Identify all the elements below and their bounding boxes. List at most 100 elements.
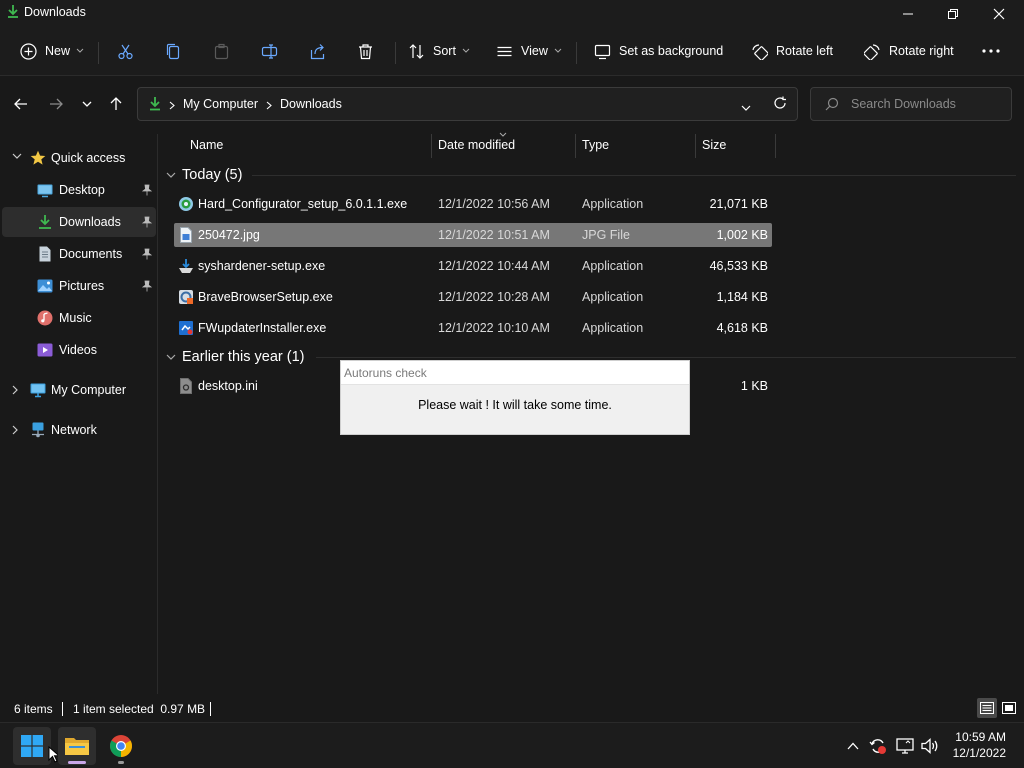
share-icon (310, 43, 325, 59)
back-button[interactable] (8, 91, 34, 117)
rotate-left-button[interactable]: Rotate left (751, 36, 833, 66)
rotate-right-label: Rotate right (889, 44, 954, 58)
chevron-right-icon[interactable] (12, 425, 18, 435)
sidebar-item-desktop[interactable]: Desktop (2, 175, 156, 205)
paste-button[interactable] (213, 36, 230, 66)
tiles-view-button[interactable] (999, 698, 1019, 718)
column-divider[interactable] (775, 134, 776, 158)
minimize-button[interactable] (885, 0, 931, 28)
sort-button[interactable]: Sort (408, 36, 470, 66)
recent-locations-button[interactable] (74, 91, 100, 117)
setup-app-icon (179, 197, 193, 211)
file-row[interactable]: syshardener-setup.exe 12/1/2022 10:44 AM… (174, 254, 772, 278)
running-indicator (118, 761, 124, 764)
details-view-button[interactable] (977, 698, 997, 718)
address-bar[interactable]: My Computer Downloads (137, 87, 798, 121)
sidebar-item-videos[interactable]: Videos (2, 335, 156, 365)
chevron-up-icon (847, 742, 859, 750)
file-name: syshardener-setup.exe (198, 259, 326, 273)
rename-button[interactable] (261, 36, 278, 66)
file-row[interactable]: BraveBrowserSetup.exe 12/1/2022 10:28 AM… (174, 285, 772, 309)
file-row-selected[interactable]: 250472.jpg 12/1/2022 10:51 AM JPG File 1… (174, 223, 772, 247)
share-button[interactable] (309, 36, 326, 66)
restore-icon (948, 9, 958, 19)
forward-button[interactable] (43, 91, 69, 117)
set-background-button[interactable]: Set as background (594, 36, 723, 66)
address-dropdown-button[interactable] (741, 100, 751, 114)
show-hidden-icons-button[interactable] (843, 736, 863, 756)
chrome-icon (110, 735, 132, 757)
file-size: 1 KB (740, 379, 768, 393)
column-header-date-modified[interactable]: Date modified (438, 138, 515, 160)
view-icon (497, 46, 512, 56)
up-button[interactable] (103, 91, 129, 117)
file-date: 12/1/2022 10:10 AM (438, 321, 550, 335)
clipboard-icon (214, 43, 229, 59)
taskbar-chrome[interactable] (102, 727, 140, 765)
plus-circle-icon (20, 42, 37, 60)
start-button[interactable] (13, 727, 51, 765)
column-divider[interactable] (695, 134, 696, 158)
file-date: 12/1/2022 10:28 AM (438, 290, 550, 304)
file-size: 1,002 KB (716, 228, 768, 242)
group-header-today[interactable]: Today (5) (166, 163, 242, 187)
column-divider[interactable] (575, 134, 576, 158)
rename-icon (261, 43, 278, 59)
breadcrumb-downloads[interactable]: Downloads (280, 97, 342, 111)
column-header-type[interactable]: Type (582, 138, 609, 160)
column-divider[interactable] (431, 134, 432, 158)
file-size: 4,618 KB (716, 321, 768, 335)
search-box[interactable]: Search Downloads (810, 87, 1012, 121)
group-label: Earlier this year (1) (182, 349, 305, 365)
sidebar-item-pictures[interactable]: Pictures (2, 271, 156, 301)
file-name: FWupdaterInstaller.exe (198, 321, 327, 335)
pin-icon[interactable] (142, 184, 152, 196)
group-header-earlier-this-year[interactable]: Earlier this year (1) (166, 345, 304, 369)
file-row[interactable]: Hard_Configurator_setup_6.0.1.1.exe 12/1… (174, 192, 772, 216)
close-button[interactable] (976, 0, 1022, 28)
view-button[interactable]: View (496, 36, 562, 66)
file-name: BraveBrowserSetup.exe (198, 290, 333, 304)
more-options-button[interactable] (982, 36, 1000, 66)
autoruns-check-dialog[interactable]: Autoruns check Please wait ! It will tak… (340, 360, 690, 435)
downloads-icon (148, 96, 162, 115)
pin-icon[interactable] (142, 248, 152, 260)
sidebar-label: My Computer (51, 383, 127, 397)
refresh-button[interactable] (773, 96, 787, 113)
sort-label: Sort (433, 44, 456, 58)
delete-button[interactable] (357, 36, 374, 66)
taskbar-file-explorer[interactable] (58, 727, 96, 765)
file-size: 1,184 KB (716, 290, 768, 304)
sidebar-item-downloads[interactable]: Downloads (2, 207, 156, 237)
sidebar-item-quick-access[interactable]: Quick access (2, 143, 156, 173)
toolbar-separator (395, 42, 396, 64)
sidebar-item-documents[interactable]: Documents (2, 239, 156, 269)
cut-button[interactable] (117, 36, 134, 66)
breadcrumb-my-computer[interactable]: My Computer (183, 97, 258, 111)
refresh-icon (774, 96, 786, 109)
file-row[interactable]: FWupdaterInstaller.exe 12/1/2022 10:10 A… (174, 316, 772, 340)
dialog-title: Autoruns check (341, 361, 689, 385)
pictures-icon (37, 279, 53, 293)
sidebar-item-network[interactable]: Network (2, 415, 156, 445)
taskbar-clock[interactable]: 10:59 AM 12/1/2022 (953, 729, 1006, 761)
tray-network[interactable] (895, 736, 915, 756)
chevron-right-icon[interactable] (12, 385, 18, 395)
pin-icon[interactable] (142, 280, 152, 292)
copy-button[interactable] (165, 36, 182, 66)
clock-date: 12/1/2022 (952, 746, 1006, 760)
toolbar-separator (98, 42, 99, 64)
sidebar-item-music[interactable]: Music (2, 303, 156, 333)
new-button[interactable]: New (20, 36, 84, 66)
column-header-size[interactable]: Size (702, 138, 726, 160)
sidebar-item-my-computer[interactable]: My Computer (2, 375, 156, 405)
rotate-right-button[interactable]: Rotate right (864, 36, 954, 66)
chevron-down-icon (166, 172, 176, 178)
tray-sync-status[interactable] (868, 736, 888, 756)
pin-icon[interactable] (142, 216, 152, 228)
column-header-name[interactable]: Name (190, 138, 223, 160)
trash-icon (359, 43, 372, 59)
tray-volume[interactable] (920, 736, 940, 756)
restore-button[interactable] (930, 0, 976, 28)
minimize-icon (903, 13, 913, 15)
